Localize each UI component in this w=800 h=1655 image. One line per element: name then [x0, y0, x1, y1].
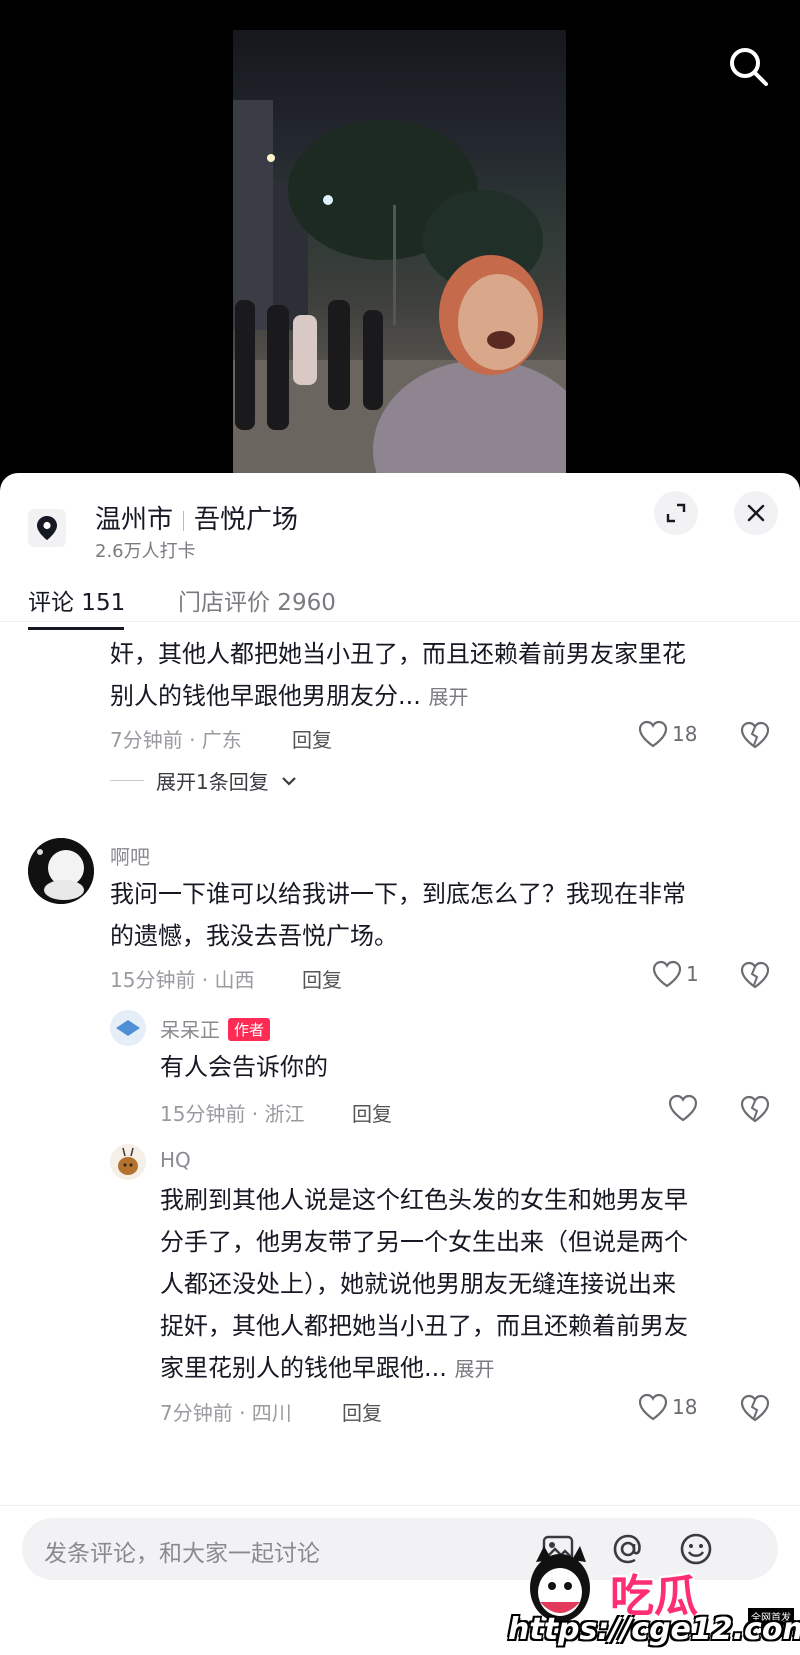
dislike-button[interactable] [740, 1095, 770, 1125]
reply-meta: 15分钟前 · 浙江 [160, 1102, 305, 1126]
tab-comments[interactable]: 评论 151 [28, 583, 125, 617]
comment-text-line: 我问一下谁可以给我讲一下，到底怎么了？我现在非常 [110, 880, 686, 908]
broken-heart-icon [740, 721, 770, 749]
avatar-illustration [110, 1010, 146, 1046]
location-place: 吾悦广场 [194, 505, 299, 535]
search-icon [730, 48, 768, 86]
expand-text-link[interactable]: 展开 [429, 685, 469, 709]
dislike-button[interactable] [740, 961, 770, 991]
like-count: 1 [686, 962, 699, 986]
comment-text-line: 奸，其他人都把她当小丑了，而且还赖着前男友家里花 [110, 640, 686, 668]
comment-text-line: 的遗憾，我没去吾悦广场。 [110, 922, 398, 950]
reply-button[interactable]: 回复 [302, 964, 342, 993]
expand-text-link[interactable]: 展开 [455, 1357, 495, 1381]
expand-icon [666, 503, 686, 523]
comment-username[interactable]: 啊吧 [110, 841, 150, 870]
heart-icon [638, 720, 668, 748]
broken-heart-icon [740, 1095, 770, 1123]
expand-replies-label: 展开1条回复 [156, 770, 269, 794]
checkin-count: 2.6万人打卡 [95, 541, 196, 562]
chevron-down-icon [281, 776, 296, 786]
reply-text-line: 分手了，他男友带了另一个女生出来（但说是两个 [160, 1228, 688, 1256]
comment-text-line: 别人的钱他早跟他男朋友分... 展开 [110, 675, 469, 718]
reply-meta: 7分钟前 · 四川 [160, 1401, 292, 1425]
reply-text-line-5: 家里花别人的钱他早跟他... [160, 1354, 447, 1382]
reply-text-line: 捉奸，其他人都把她当小丑了，而且还赖着前男友 [160, 1312, 688, 1340]
close-button[interactable] [734, 491, 778, 535]
broken-heart-icon [740, 1394, 770, 1422]
reply-text-line: 人都还没处上），她就说他男朋友无缝连接说出来 [160, 1270, 676, 1298]
comment-input-placeholder[interactable]: 发条评论，和大家一起讨论 [44, 1534, 320, 1568]
video-player[interactable] [233, 30, 566, 475]
like-count: 18 [672, 1395, 698, 1419]
video-scene [233, 100, 566, 475]
like-button[interactable]: 1 [652, 960, 699, 988]
reply-button[interactable]: 回复 [342, 1397, 382, 1426]
comment-text-line-2: 别人的钱他早跟他男朋友分... [110, 682, 421, 710]
like-count: 18 [672, 722, 698, 746]
tab-store-reviews[interactable]: 门店评价 2960 [178, 583, 336, 617]
broken-heart-icon [740, 961, 770, 989]
expand-button[interactable] [654, 491, 698, 535]
watermark-url: https://cge12.com [508, 1612, 800, 1647]
heart-icon [638, 1393, 668, 1421]
location-header[interactable]: 温州市 吾悦广场 2.6万人打卡 [0, 473, 800, 583]
reply-username[interactable]: HQ [160, 1148, 191, 1172]
active-tab-indicator [28, 627, 124, 630]
author-badge: 作者 [228, 1018, 271, 1041]
like-button[interactable] [668, 1094, 698, 1122]
search-button[interactable] [726, 44, 772, 90]
heart-icon [668, 1094, 698, 1122]
reply-button[interactable]: 回复 [352, 1098, 392, 1127]
reply-text-line: 有人会告诉你的 [160, 1053, 328, 1081]
dislike-button[interactable] [740, 721, 770, 751]
like-button[interactable]: 18 [638, 720, 697, 748]
reply-button[interactable]: 回复 [292, 724, 332, 753]
reply-text-line: 家里花别人的钱他早跟他... 展开 [160, 1347, 495, 1390]
location-pin-icon [28, 509, 66, 547]
heart-icon [652, 960, 682, 988]
tabs-divider [0, 621, 800, 622]
comment-meta: 15分钟前 · 山西 [110, 968, 255, 992]
reply-username[interactable]: 呆呆正 作者 [160, 1014, 271, 1043]
avatar[interactable] [110, 1010, 146, 1046]
dislike-button[interactable] [740, 1394, 770, 1424]
avatar[interactable] [110, 1144, 146, 1180]
reply-username-text: 呆呆正 [160, 1018, 220, 1042]
expand-replies-button[interactable]: 展开1条回复 [110, 766, 297, 795]
avatar-illustration [110, 1144, 146, 1180]
expand-line [110, 780, 144, 781]
location-city: 温州市 [95, 505, 174, 535]
comment-meta: 7分钟前 · 广东 [110, 728, 242, 752]
location-title[interactable]: 温州市 吾悦广场 [95, 499, 298, 536]
close-icon [747, 504, 765, 522]
comment-sheet: 温州市 吾悦广场 2.6万人打卡 评论 151 门店评价 2960 奸，其他人都把… [0, 473, 800, 1655]
video-area[interactable] [0, 0, 800, 475]
avatar-illustration [28, 838, 94, 904]
tab-bar: 评论 151 门店评价 2960 [0, 583, 800, 630]
reply-text-line: 我刷到其他人说是这个红色头发的女生和她男友早 [160, 1186, 688, 1214]
avatar[interactable] [28, 838, 94, 904]
like-button[interactable]: 18 [638, 1393, 697, 1421]
title-separator [183, 510, 185, 531]
